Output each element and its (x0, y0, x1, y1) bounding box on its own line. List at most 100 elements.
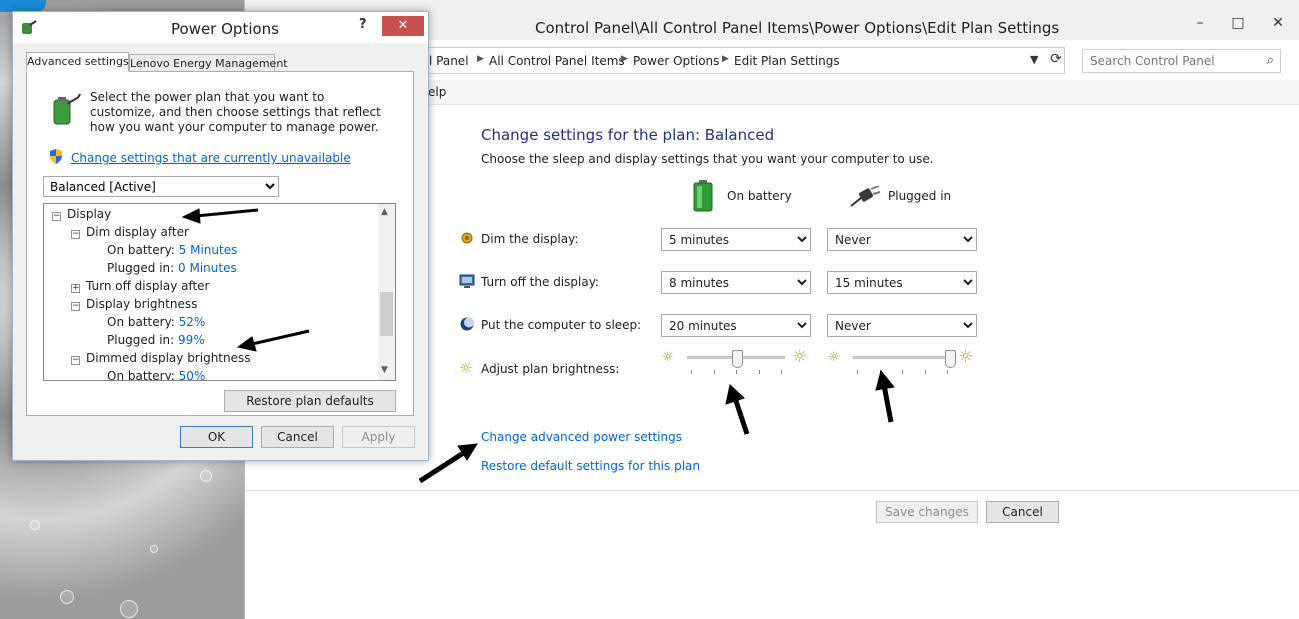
tree-item-label: Dim display after (86, 225, 189, 239)
sleep-battery-select[interactable]: 20 minutes (661, 314, 811, 337)
collapse-icon[interactable]: − (71, 230, 80, 239)
refresh-icon[interactable]: ⟳ (1046, 51, 1066, 67)
tree-item-dim-on-battery[interactable]: On battery: 5 Minutes (107, 243, 237, 257)
slider-tick (879, 370, 881, 374)
brightness-label: ☼ Adjust plan brightness: (459, 359, 620, 377)
change-advanced-settings-link[interactable]: Change advanced power settings (481, 430, 682, 444)
dialog-close-button[interactable]: ✕ (382, 16, 424, 36)
desktop-bubble (60, 590, 74, 604)
search-box[interactable]: ⌕ (1082, 49, 1281, 73)
help-button[interactable]: ? (359, 17, 367, 32)
minimize-button[interactable]: – (1186, 14, 1214, 32)
on-battery-column-header: On battery (693, 180, 813, 214)
turn-off-display-label: Turn off the display: (459, 274, 599, 289)
breadcrumb-all-items[interactable]: All Control Panel Items (489, 54, 625, 68)
breadcrumb-separator-icon[interactable]: ▶ (477, 54, 484, 64)
tree-scrollbar[interactable]: ▲ ▼ (378, 204, 395, 380)
slider-thumb[interactable] (732, 350, 744, 368)
cancel-button[interactable]: Cancel (986, 501, 1059, 523)
monitor-icon (459, 274, 475, 288)
tree-item-label: On battery: (107, 369, 175, 381)
tree-item-value[interactable]: 5 Minutes (179, 243, 238, 257)
maximize-button[interactable]: □ (1224, 14, 1252, 32)
address-history-dropdown-icon[interactable]: ▼ (1030, 53, 1038, 66)
brightness-text: Adjust plan brightness: (481, 362, 620, 376)
dialog-titlebar[interactable]: Power Options ? ✕ (13, 12, 428, 43)
settings-tree[interactable]: − Display − Dim display after On battery: … (43, 203, 396, 381)
tree-item-display-brightness[interactable]: − Display brightness (71, 297, 197, 311)
tree-item-brightness-on-battery[interactable]: On battery: 52% (107, 315, 205, 329)
on-battery-label: On battery (727, 189, 792, 203)
scrollbar-thumb[interactable] (380, 292, 393, 336)
sleep-plugged-select[interactable]: Never (827, 314, 977, 337)
ok-button[interactable]: OK (180, 426, 253, 448)
power-battery-icon (53, 93, 81, 125)
sleep-text: Put the computer to sleep: (481, 318, 642, 332)
scroll-up-icon[interactable]: ▲ (381, 207, 388, 217)
brightness-low-icon: ☼ (828, 350, 840, 365)
desktop-bubble (30, 520, 40, 530)
dialog-cancel-button[interactable]: Cancel (261, 426, 334, 448)
close-button[interactable]: ✕ (1264, 14, 1292, 32)
power-options-dialog: Power Options ? ✕ Advanced settings Leno… (12, 11, 429, 461)
tree-item-label: Display (67, 207, 112, 221)
tree-item-dimmed-display-brightness[interactable]: − Dimmed display brightness (71, 351, 251, 365)
dialog-description: Select the power plan that you want to c… (90, 90, 381, 134)
menu-help[interactable]: elp (428, 85, 446, 99)
restore-default-settings-link[interactable]: Restore default settings for this plan (481, 459, 700, 473)
restore-plan-defaults-button[interactable]: Restore plan defaults (224, 390, 396, 412)
plugged-in-label: Plugged in (888, 189, 952, 203)
tree-item-dimmed-on-battery[interactable]: On battery: 50% (107, 369, 206, 381)
slider-tick (781, 370, 782, 374)
tab-advanced-settings[interactable]: Advanced settings (26, 52, 129, 72)
tree-item-label: Dimmed display brightness (86, 351, 251, 365)
slider-thumb[interactable] (944, 350, 956, 368)
turn-off-display-battery-select[interactable]: 8 minutes (661, 271, 811, 294)
search-input[interactable] (1083, 50, 1253, 72)
page-description: Choose the sleep and display settings th… (481, 152, 934, 166)
collapse-icon[interactable]: − (52, 212, 61, 221)
tree-item-dim-plugged-in[interactable]: Plugged in: 0 Minutes (107, 261, 237, 275)
breadcrumb-edit-plan-settings[interactable]: Edit Plan Settings (734, 54, 840, 68)
dim-display-battery-select[interactable]: 5 minutes (661, 228, 811, 251)
tree-item-turn-off-display-after[interactable]: + Turn off display after (71, 279, 210, 293)
scroll-down-icon[interactable]: ▼ (381, 365, 388, 375)
dim-display-plugged-select[interactable]: Never (827, 228, 977, 251)
search-icon[interactable]: ⌕ (1267, 53, 1274, 68)
battery-brightness-slider[interactable]: ☼ ☼ (662, 347, 812, 386)
tree-item-label: Plugged in: (107, 261, 175, 275)
change-unavailable-settings-link[interactable]: Change settings that are currently unava… (71, 151, 351, 165)
breadcrumb-separator-icon[interactable]: ▶ (621, 54, 628, 64)
turn-off-display-text: Turn off the display: (481, 275, 599, 289)
slider-tick (758, 370, 760, 374)
breadcrumb-control-panel[interactable]: l Panel (429, 54, 469, 68)
power-plan-select[interactable]: Balanced [Active] (43, 176, 279, 197)
tree-item-value[interactable]: 0 Minutes (178, 261, 237, 275)
tree-item-display[interactable]: − Display (52, 207, 111, 221)
collapse-icon[interactable]: − (71, 302, 80, 311)
tree-item-brightness-plugged-in[interactable]: Plugged in: 99% (107, 333, 205, 347)
tree-item-value[interactable]: 50% (179, 369, 206, 380)
slider-tick (736, 370, 737, 374)
save-changes-button[interactable]: Save changes (876, 501, 978, 523)
turn-off-display-plugged-select[interactable]: 15 minutes (827, 271, 977, 294)
expand-icon[interactable]: + (71, 284, 80, 293)
tree-item-dim-display-after[interactable]: − Dim display after (71, 225, 189, 239)
page-title: Change settings for the plan: Balanced (481, 126, 775, 144)
advanced-settings-panel: Select the power plan that you want to c… (26, 71, 414, 416)
breadcrumb-power-options[interactable]: Power Options (633, 54, 719, 68)
battery-icon (693, 180, 713, 212)
collapse-icon[interactable]: − (71, 356, 80, 365)
desktop-bubble (120, 600, 138, 618)
window-title: Control Panel\All Control Panel Items\Po… (535, 19, 1060, 37)
apply-button[interactable]: Apply (342, 426, 415, 448)
power-plug-icon (850, 186, 881, 207)
tree-item-value[interactable]: 99% (178, 333, 205, 347)
power-options-icon (22, 20, 37, 34)
breadcrumb-separator-icon[interactable]: ▶ (722, 54, 729, 64)
divider (245, 490, 1299, 491)
slider-track[interactable] (853, 356, 951, 359)
plugged-brightness-slider[interactable]: ☼ ☼ (828, 347, 978, 386)
brightness-sun-icon: ☼ (459, 359, 473, 377)
tree-item-value[interactable]: 52% (179, 315, 206, 329)
